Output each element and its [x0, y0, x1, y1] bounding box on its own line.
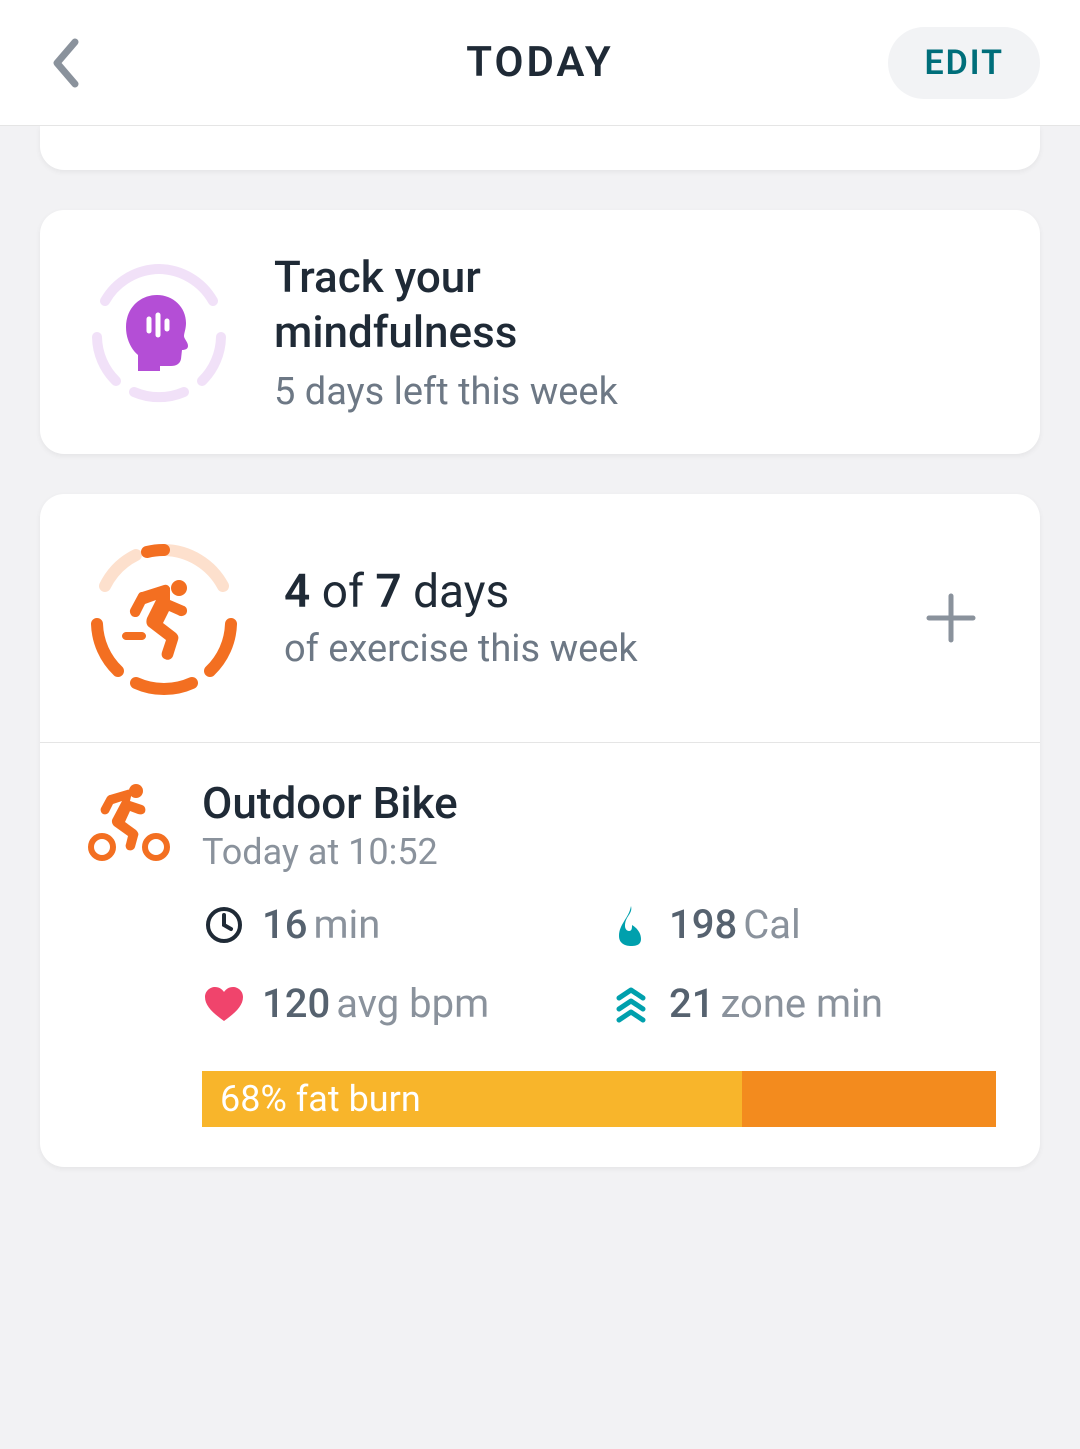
- stat-heartrate: 120avg bpm: [202, 980, 589, 1027]
- exercise-card: 4 of 7 days of exercise this week: [40, 494, 1040, 1167]
- heart-rate-zone-bar: 68% fat burn: [202, 1071, 996, 1127]
- flame-icon: [613, 904, 649, 946]
- stat-calories: 198Cal: [609, 901, 996, 948]
- zone-icon: [613, 984, 649, 1024]
- activity-name: Outdoor Bike: [202, 777, 458, 829]
- content-area: Track your mindfulness 5 days left this …: [0, 126, 1080, 1167]
- exercise-summary-row[interactable]: 4 of 7 days of exercise this week: [40, 494, 1040, 742]
- clock-icon: [205, 906, 243, 944]
- chevron-left-icon: [51, 38, 81, 88]
- zone-cardio-segment: [742, 1071, 996, 1127]
- edit-button[interactable]: EDIT: [888, 27, 1040, 99]
- mindfulness-progress-ring: [84, 257, 234, 407]
- mindfulness-subtitle: 5 days left this week: [274, 370, 618, 414]
- back-button[interactable]: [42, 39, 90, 87]
- activity-stats: 16min 198Cal 120av: [84, 901, 996, 1027]
- zone-fat-burn-segment: 68% fat burn: [202, 1071, 742, 1127]
- mindfulness-title: Track your mindfulness: [274, 250, 618, 360]
- activity-time: Today at 10:52: [202, 831, 458, 873]
- bike-icon: [84, 783, 174, 861]
- add-exercise-button[interactable]: [916, 583, 986, 653]
- stat-zone-minutes: 21zone min: [609, 980, 996, 1027]
- previous-card-stub[interactable]: [40, 126, 1040, 170]
- runner-icon: [120, 574, 208, 662]
- stat-duration: 16min: [202, 901, 589, 948]
- page-title: TODAY: [466, 38, 613, 87]
- mindfulness-card[interactable]: Track your mindfulness 5 days left this …: [40, 210, 1040, 454]
- activity-detail[interactable]: Outdoor Bike Today at 10:52 16min: [40, 743, 1040, 1167]
- head-icon: [123, 293, 195, 371]
- header-bar: TODAY EDIT: [0, 0, 1080, 126]
- exercise-days-title: 4 of 7 days: [284, 565, 876, 619]
- plus-icon: [923, 590, 979, 646]
- exercise-subtitle: of exercise this week: [284, 627, 876, 671]
- heart-icon: [203, 985, 245, 1023]
- exercise-progress-ring: [84, 538, 244, 698]
